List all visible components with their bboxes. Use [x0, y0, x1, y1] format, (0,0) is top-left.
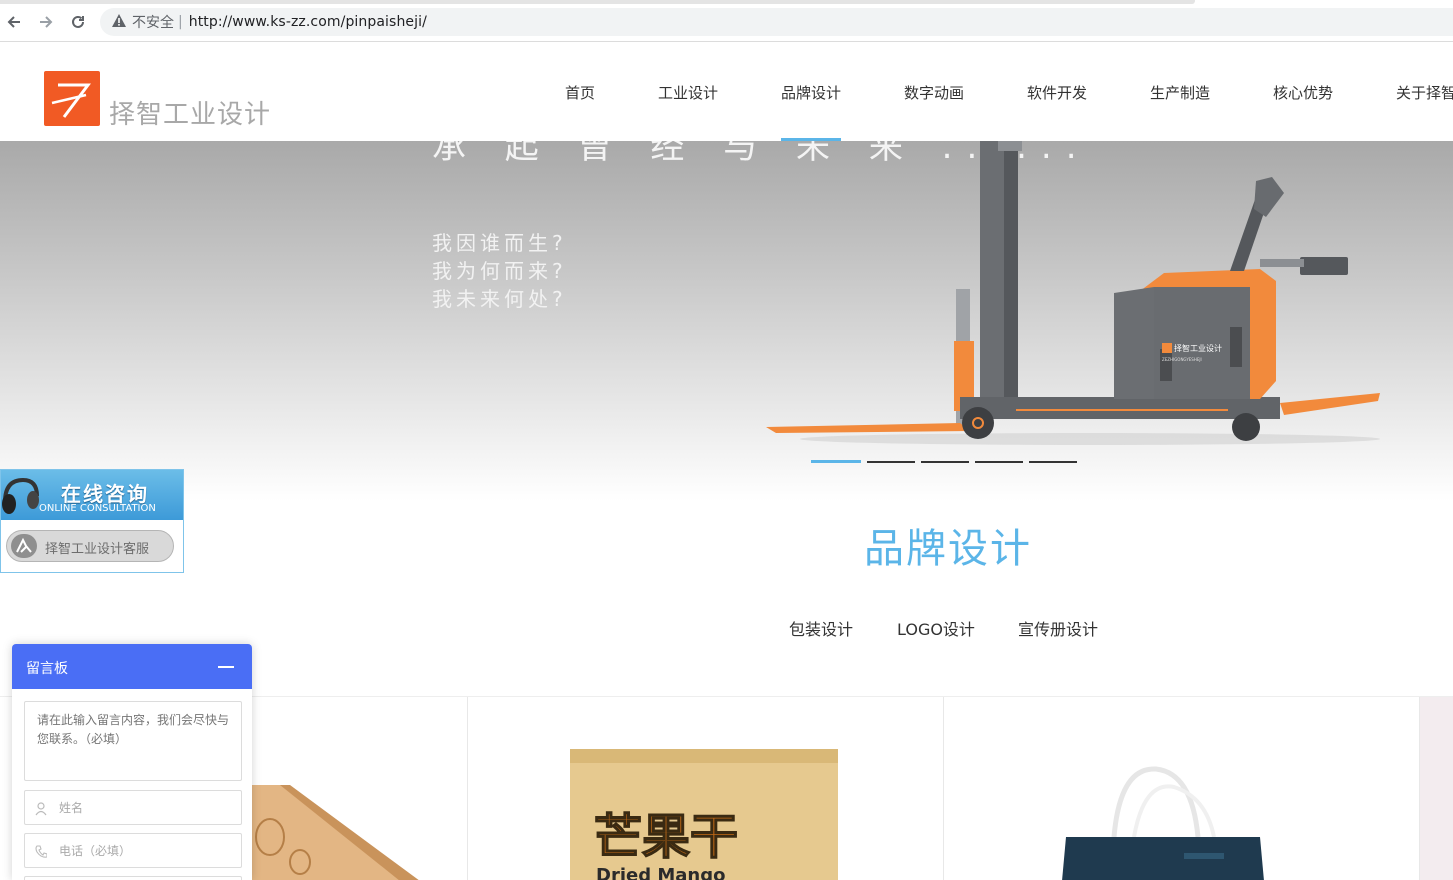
- slider-dot-1[interactable]: [811, 460, 861, 463]
- tab-logo[interactable]: LOGO设计: [897, 616, 975, 640]
- slider-dot-2[interactable]: [867, 461, 915, 463]
- url-separator: |: [178, 14, 183, 30]
- nav-item-advantages[interactable]: 核心优势: [1273, 82, 1333, 141]
- gift-bag-image: [1062, 766, 1264, 880]
- tab-packaging[interactable]: 包装设计: [789, 616, 853, 640]
- logo-icon[interactable]: [44, 71, 100, 126]
- hero-line: 我为何而来?: [432, 259, 567, 283]
- message-board-title: 留言板: [26, 661, 68, 677]
- tab-brochure[interactable]: 宣传册设计: [1018, 616, 1098, 640]
- section-title: 品牌设计: [864, 526, 1032, 572]
- slider-dot-3[interactable]: [921, 461, 969, 463]
- site-header: 择智工业设计 首页 工业设计 品牌设计 数字动画 软件开发 生产制造 核心优势 …: [0, 42, 1453, 141]
- phone-input[interactable]: [59, 834, 239, 867]
- consult-header: 在线咨询 ONLINE CONSULTATION: [1, 470, 183, 520]
- reload-icon[interactable]: [66, 10, 90, 34]
- logo-text[interactable]: 择智工业设计: [109, 94, 271, 131]
- phone-field[interactable]: [24, 833, 242, 868]
- service-avatar-icon: [11, 534, 37, 558]
- mango-subtitle: Dried Mango: [596, 865, 725, 880]
- forklift-badge: 择智工业设计: [1174, 343, 1222, 353]
- message-board-widget: 留言板: [12, 644, 252, 880]
- consult-service-button[interactable]: 择智工业设计客服: [6, 530, 174, 562]
- consult-button-label: 择智工业设计客服: [45, 542, 150, 557]
- user-icon: [35, 801, 47, 816]
- consult-subtitle: ONLINE CONSULTATION: [39, 503, 156, 514]
- name-input[interactable]: [59, 791, 239, 824]
- phone-icon: [35, 844, 48, 858]
- product-card-partial[interactable]: [1420, 697, 1453, 880]
- browser-toolbar: 不安全 | http://www.ks-zz.com/pinpaisheji/: [0, 0, 1453, 42]
- nav-item-brand-design[interactable]: 品牌设计: [781, 82, 842, 141]
- back-arrow-icon[interactable]: [2, 10, 26, 34]
- forklift-illustration: 择智工业设计 ZEZHIGONGYESHEJI: [766, 141, 1380, 445]
- page: 不安全 | http://www.ks-zz.com/pinpaisheji/ …: [0, 0, 1453, 880]
- message-content-input[interactable]: [24, 701, 242, 781]
- online-consult-widget: 在线咨询 ONLINE CONSULTATION 择智工业设计客服: [0, 469, 184, 573]
- extra-field[interactable]: [24, 876, 242, 880]
- tab-strip-edge: [0, 0, 1195, 4]
- nav-item-industrial-design[interactable]: 工业设计: [658, 82, 718, 141]
- nav-item-software[interactable]: 软件开发: [1027, 82, 1087, 141]
- product-card-mango[interactable]: 芒果干 Dried Mango: [468, 697, 944, 880]
- url-text[interactable]: http://www.ks-zz.com/pinpaisheji/: [189, 14, 427, 30]
- hero-banner: 承 起 曾 经 与 未 来 ...... 我因谁而生? 我为何而来? 我未来何处…: [0, 141, 1453, 501]
- slider-dot-4[interactable]: [975, 461, 1023, 463]
- message-board-header: 留言板: [12, 644, 252, 689]
- nav-item-manufacturing[interactable]: 生产制造: [1150, 82, 1210, 141]
- forward-arrow-icon[interactable]: [34, 10, 58, 34]
- nav-item-digital-animation[interactable]: 数字动画: [904, 82, 964, 141]
- mango-package-image: 芒果干 Dried Mango: [570, 749, 838, 880]
- address-bar[interactable]: 不安全 | http://www.ks-zz.com/pinpaisheji/: [100, 8, 1453, 36]
- warning-icon: [112, 13, 126, 31]
- hero-questions: 我因谁而生? 我为何而来? 我未来何处?: [432, 229, 567, 313]
- mango-title: 芒果干: [594, 809, 738, 865]
- headset-icon: [2, 477, 39, 514]
- forklift-badge-sub: ZEZHIGONGYESHEJI: [1162, 357, 1202, 362]
- slider-pagination: [811, 460, 1077, 463]
- minimize-icon[interactable]: [218, 666, 234, 668]
- name-field[interactable]: [24, 790, 242, 825]
- insecure-label: 不安全: [132, 15, 174, 31]
- nav-item-about[interactable]: 关于择智: [1396, 82, 1453, 141]
- nav-item-home[interactable]: 首页: [565, 82, 595, 141]
- hero-line: 我因谁而生?: [432, 231, 567, 255]
- product-card-bag[interactable]: [944, 697, 1420, 880]
- hero-line: 我未来何处?: [432, 287, 567, 311]
- slider-dot-5[interactable]: [1029, 461, 1077, 463]
